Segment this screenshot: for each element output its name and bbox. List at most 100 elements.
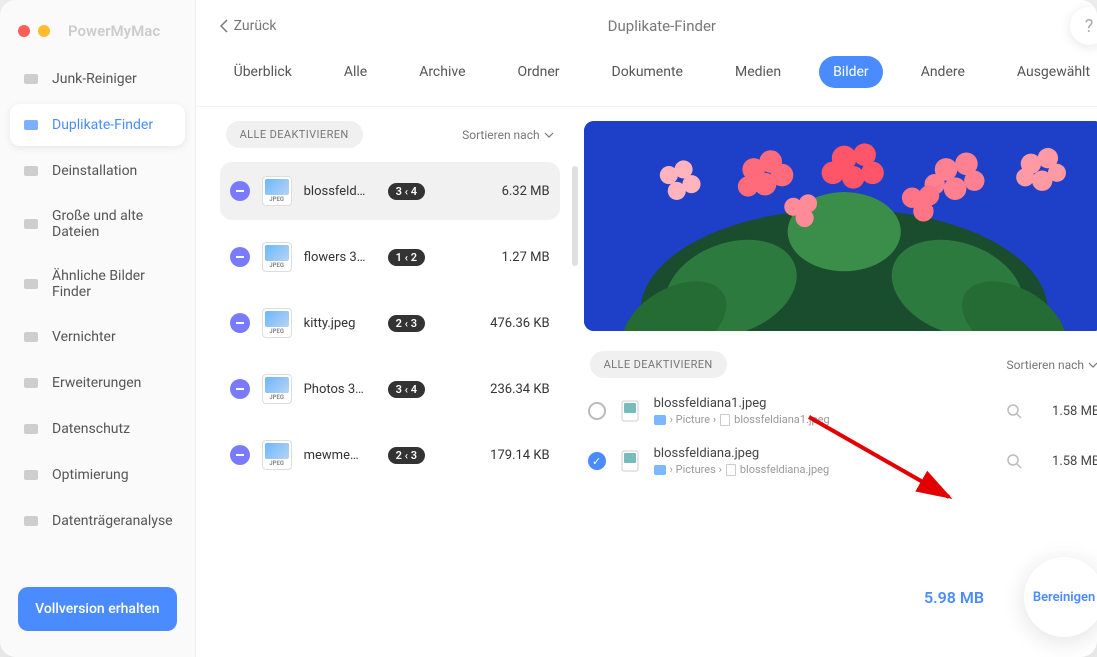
file-mini-icon — [726, 464, 736, 476]
sidebar-item-label: Optimierung — [52, 467, 129, 483]
app-name: PowerMyMac — [68, 22, 160, 40]
sidebar-item-label: Junk-Reiniger — [52, 71, 137, 87]
sidebar-icon — [22, 420, 40, 438]
group-size: 236.34 KB — [437, 382, 550, 397]
sidebar-item-datenschutz[interactable]: Datenschutz — [10, 408, 185, 450]
group-count-badge: 3 ‹ 4 — [388, 381, 425, 398]
sidebar-item-label: Ähnliche Bilder Finder — [52, 268, 173, 300]
group-count-badge: 2 ‹ 3 — [388, 315, 425, 332]
sidebar-icon — [22, 116, 40, 134]
tab-bilder[interactable]: Bilder — [819, 56, 883, 88]
sidebar-item-duplikate-finder[interactable]: Duplikate-Finder — [10, 104, 185, 146]
total-size: 5.98 MB — [924, 588, 984, 607]
tab-überblick[interactable]: Überblick — [220, 56, 306, 88]
sort-files[interactable]: Sortieren nach — [1007, 358, 1097, 372]
sidebar-item-label: Erweiterungen — [52, 375, 141, 391]
deactivate-all-files[interactable]: ALLE DEAKTIVIEREN — [590, 351, 727, 378]
group-toggle[interactable] — [230, 445, 250, 465]
sidebar-item-erweiterungen[interactable]: Erweiterungen — [10, 362, 185, 404]
duplicate-group[interactable]: JPEG kitty.jpeg 2 ‹ 3 476.36 KB — [220, 294, 560, 352]
sidebar-item-label: Vernichter — [52, 329, 116, 345]
file-name: blossfeldiana.jpeg — [654, 446, 992, 461]
duplicate-group[interactable]: JPEG mewme… 2 ‹ 3 179.14 KB — [220, 426, 560, 484]
group-size: 179.14 KB — [437, 448, 550, 463]
file-size: 1.58 MB — [1036, 404, 1097, 419]
sidebar-icon — [22, 70, 40, 88]
sidebar-icon — [22, 162, 40, 180]
group-name: blossfeld… — [304, 184, 376, 199]
file-icon — [620, 450, 640, 472]
reveal-icon[interactable] — [1006, 403, 1022, 419]
image-preview — [584, 121, 1097, 331]
tab-ordner[interactable]: Ordner — [504, 56, 574, 88]
sidebar-icon — [22, 328, 40, 346]
tab-ausgewählt[interactable]: Ausgewählt — [1003, 56, 1097, 88]
file-size: 1.58 MB — [1036, 454, 1097, 469]
sidebar-item-label: Große und alte Dateien — [52, 208, 173, 240]
chevron-down-icon — [1088, 362, 1097, 368]
file-thumbnail: JPEG — [262, 374, 292, 404]
help-button[interactable]: ? — [1070, 7, 1097, 45]
group-name: flowers 3… — [304, 250, 376, 265]
sidebar-item-label: Datenträgeranalyse — [52, 513, 173, 529]
sidebar-icon — [22, 512, 40, 530]
sidebar-icon — [22, 275, 40, 293]
group-toggle[interactable] — [230, 181, 250, 201]
groups-scrollbar[interactable] — [572, 166, 578, 266]
sidebar-item-junk-reiniger[interactable]: Junk-Reiniger — [10, 58, 185, 100]
sidebar-icon — [22, 374, 40, 392]
file-thumbnail: JPEG — [262, 440, 292, 470]
duplicate-group[interactable]: JPEG flowers 3… 1 ‹ 2 1.27 MB — [220, 228, 560, 286]
duplicate-file-row[interactable]: blossfeldiana.jpeg › Pictures › blossfel… — [584, 436, 1097, 486]
sidebar-icon — [22, 215, 40, 233]
sidebar-icon — [22, 466, 40, 484]
file-name: blossfeldiana1.jpeg — [654, 396, 992, 411]
duplicate-group[interactable]: JPEG Photos 3… 3 ‹ 4 236.34 KB — [220, 360, 560, 418]
folder-icon — [654, 465, 666, 475]
sidebar-item-datentr-geranalyse[interactable]: Datenträgeranalyse — [10, 500, 185, 542]
sidebar-item-deinstallation[interactable]: Deinstallation — [10, 150, 185, 192]
group-toggle[interactable] — [230, 247, 250, 267]
duplicate-group[interactable]: JPEG blossfeld… 3 ‹ 4 6.32 MB — [220, 162, 560, 220]
close-window[interactable] — [18, 25, 30, 37]
group-toggle[interactable] — [230, 379, 250, 399]
sort-groups[interactable]: Sortieren nach — [462, 128, 554, 142]
clean-button[interactable]: Bereinigen — [1024, 557, 1097, 637]
file-path: › Picture › blossfeldiana1.jpeg — [654, 413, 992, 426]
chevron-down-icon — [544, 132, 554, 138]
sidebar-item-label: Datenschutz — [52, 421, 130, 437]
page-title: Duplikate-Finder — [608, 17, 716, 35]
tab-alle[interactable]: Alle — [330, 56, 381, 88]
group-name: mewme… — [304, 448, 376, 463]
sidebar-item-vernichter[interactable]: Vernichter — [10, 316, 185, 358]
sidebar-item-optimierung[interactable]: Optimierung — [10, 454, 185, 496]
file-thumbnail: JPEG — [262, 242, 292, 272]
group-toggle[interactable] — [230, 313, 250, 333]
file-checkbox[interactable] — [588, 452, 606, 470]
back-button[interactable]: Zurück — [220, 18, 277, 34]
group-count-badge: 3 ‹ 4 — [388, 183, 425, 200]
group-name: kitty.jpeg — [304, 316, 376, 331]
file-icon — [620, 400, 640, 422]
tab-medien[interactable]: Medien — [721, 56, 795, 88]
group-size: 1.27 MB — [437, 250, 550, 265]
deactivate-all-groups[interactable]: ALLE DEAKTIVIEREN — [226, 121, 363, 148]
tab-archive[interactable]: Archive — [405, 56, 479, 88]
sidebar-item-gro-e-und-alte-dateien[interactable]: Große und alte Dateien — [10, 196, 185, 252]
back-label: Zurück — [234, 18, 277, 34]
file-checkbox[interactable] — [588, 402, 606, 420]
duplicate-file-row[interactable]: blossfeldiana1.jpeg › Picture › blossfel… — [584, 386, 1097, 436]
group-count-badge: 1 ‹ 2 — [388, 249, 425, 266]
tab-andere[interactable]: Andere — [907, 56, 979, 88]
sidebar-item--hnliche-bilder-finder[interactable]: Ähnliche Bilder Finder — [10, 256, 185, 312]
reveal-icon[interactable] — [1006, 453, 1022, 469]
upgrade-button[interactable]: Vollversion erhalten — [18, 587, 177, 631]
file-mini-icon — [720, 414, 730, 426]
folder-icon — [654, 415, 666, 425]
tab-dokumente[interactable]: Dokumente — [598, 56, 697, 88]
sidebar-item-label: Deinstallation — [52, 163, 137, 179]
minimize-window[interactable] — [38, 25, 50, 37]
group-size: 476.36 KB — [437, 316, 550, 331]
file-thumbnail: JPEG — [262, 176, 292, 206]
group-count-badge: 2 ‹ 3 — [388, 447, 425, 464]
